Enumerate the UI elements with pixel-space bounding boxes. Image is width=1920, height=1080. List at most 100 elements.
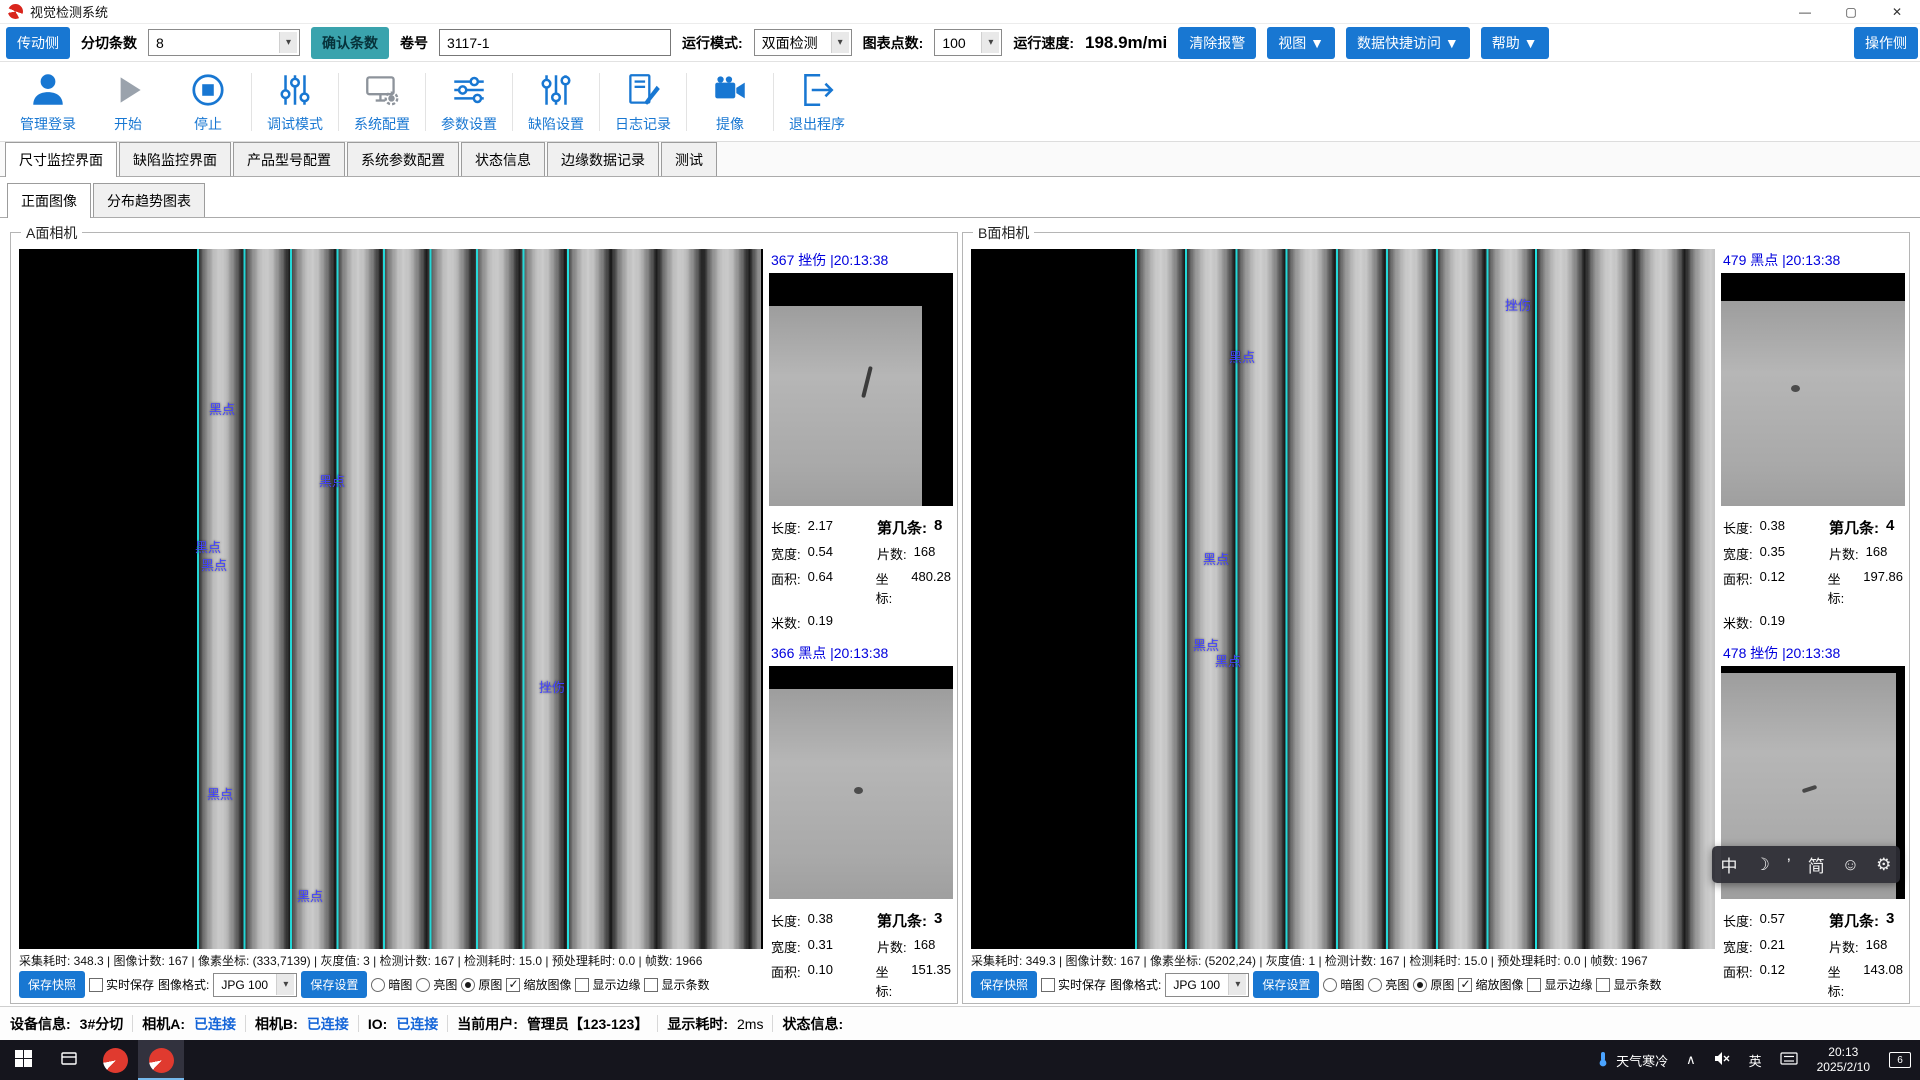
chevron-down-icon[interactable] <box>981 32 999 53</box>
save-settings-button[interactable]: 保存设置 <box>1253 971 1319 998</box>
weather-tray-item[interactable]: 天气寒冷 <box>1587 1040 1677 1080</box>
chevron-down-icon[interactable] <box>1228 974 1246 995</box>
touch-keyboard-button[interactable] <box>1771 1040 1807 1080</box>
defect-card[interactable]: 366 黑点 |20:13:38 长度:0.38第几条:3 宽度:0.31片数:… <box>769 640 953 997</box>
task-view-button[interactable] <box>46 1040 92 1080</box>
tab-edge-data-record[interactable]: 边缘数据记录 <box>547 142 659 176</box>
defect-stats: 长度:0.38第几条:3 宽度:0.31片数:168 面积:0.10坐标:151… <box>769 899 953 997</box>
ime-punctuation-icon[interactable]: ’ <box>1787 855 1791 875</box>
image-format-select[interactable]: JPG 100 <box>213 973 297 997</box>
video-camera-icon <box>710 70 750 113</box>
taskbar-clock[interactable]: 20:13 2025/2/10 <box>1807 1040 1880 1080</box>
tab-system-param-config[interactable]: 系统参数配置 <box>347 142 459 176</box>
admin-login-button[interactable]: 管理登录 <box>8 70 88 134</box>
show-count-checkbox[interactable]: 显示条数 <box>644 976 709 993</box>
drive-side-button[interactable]: 传动侧 <box>6 27 70 59</box>
volume-muted-button[interactable] <box>1705 1040 1740 1080</box>
defect-card[interactable]: 478 挫伤 |20:13:38 长度:0.57第几条:3 宽度:0.21片数:… <box>1721 640 1905 997</box>
show-count-checkbox[interactable]: 显示条数 <box>1596 976 1661 993</box>
ime-settings-icon[interactable]: ⚙ <box>1876 855 1891 875</box>
chevron-down-icon[interactable] <box>276 974 294 995</box>
tab-test[interactable]: 测试 <box>661 142 717 176</box>
bright-image-radio[interactable]: 亮图 <box>416 976 457 993</box>
windows-taskbar: 天气寒冷 ∧ 英 20:13 2025/2/10 6 <box>0 1040 1920 1080</box>
stop-button[interactable]: 停止 <box>168 70 248 134</box>
tab-product-model-config[interactable]: 产品型号配置 <box>233 142 345 176</box>
image-format-select[interactable]: JPG 100 <box>1165 973 1249 997</box>
view-menu-button[interactable]: 视图 ▼ <box>1267 27 1335 59</box>
data-quick-access-menu-button[interactable]: 数据快捷访问 ▼ <box>1346 27 1470 59</box>
slit-count-select[interactable]: 8 <box>148 29 300 56</box>
zoom-image-checkbox[interactable]: 缩放图像 <box>506 976 571 993</box>
zoom-image-checkbox[interactable]: 缩放图像 <box>1458 976 1523 993</box>
clear-alarm-button[interactable]: 清除报警 <box>1178 27 1256 59</box>
window-title: 视觉检测系统 <box>30 2 108 21</box>
ime-simplified-icon[interactable]: 简 <box>1808 852 1825 877</box>
input-language-indicator[interactable]: 英 <box>1740 1040 1771 1080</box>
log-record-button[interactable]: 日志记录 <box>603 70 683 134</box>
exit-program-button[interactable]: 退出程序 <box>777 70 857 134</box>
display-time-value: 2ms <box>737 1016 763 1032</box>
radio-icon <box>461 978 475 992</box>
dark-image-radio[interactable]: 暗图 <box>1323 976 1364 993</box>
defect-settings-button[interactable]: 缺陷设置 <box>516 70 596 134</box>
save-snapshot-button[interactable]: 保存快照 <box>19 971 85 998</box>
close-button[interactable]: ✕ <box>1874 0 1920 23</box>
roll-number-input[interactable]: 3117-1 <box>439 29 671 56</box>
original-image-radio[interactable]: 原图 <box>461 976 502 993</box>
tab-size-monitor[interactable]: 尺寸监控界面 <box>5 142 117 177</box>
chart-points-select[interactable]: 100 <box>934 29 1002 56</box>
tray-expand-chevron[interactable]: ∧ <box>1677 1040 1705 1080</box>
action-center-button[interactable]: 6 <box>1880 1040 1920 1080</box>
device-info-value: 3#分切 <box>80 1014 124 1034</box>
chevron-down-icon[interactable] <box>831 32 849 53</box>
start-button[interactable] <box>0 1040 46 1080</box>
save-settings-button[interactable]: 保存设置 <box>301 971 367 998</box>
debug-mode-button[interactable]: 调试模式 <box>255 70 335 134</box>
chevron-down-icon[interactable] <box>279 32 297 53</box>
defect-card-header: 478 挫伤 |20:13:38 <box>1721 640 1905 666</box>
show-edge-checkbox[interactable]: 显示边缘 <box>575 976 640 993</box>
taskbar-app-vision-system[interactable] <box>138 1040 184 1080</box>
help-menu-button[interactable]: 帮助 ▼ <box>1481 27 1549 59</box>
taskbar-app-red[interactable] <box>92 1040 138 1080</box>
bright-image-radio[interactable]: 亮图 <box>1368 976 1409 993</box>
ime-emoji-icon[interactable]: ☺ <box>1842 855 1859 875</box>
camera-a-image[interactable]: 黑点 黑点 黑点 黑点 挫伤 黑点 黑点 <box>19 249 763 949</box>
tab-defect-monitor[interactable]: 缺陷监控界面 <box>119 142 231 176</box>
checkbox-icon <box>506 978 520 992</box>
radio-icon <box>1413 978 1427 992</box>
radio-icon <box>1368 978 1382 992</box>
original-image-radio[interactable]: 原图 <box>1413 976 1454 993</box>
run-mode-select[interactable]: 双面检测 <box>754 29 852 56</box>
maximize-button[interactable]: ▢ <box>1828 0 1874 23</box>
ime-lang-mode-icon[interactable]: 中 <box>1721 852 1738 877</box>
checkbox-icon <box>1596 978 1610 992</box>
operate-side-button[interactable]: 操作侧 <box>1854 27 1918 59</box>
show-edge-checkbox[interactable]: 显示边缘 <box>1527 976 1592 993</box>
start-button[interactable]: 开始 <box>88 70 168 134</box>
stop-icon <box>188 70 228 113</box>
dark-image-radio[interactable]: 暗图 <box>371 976 412 993</box>
subtab-front-image[interactable]: 正面图像 <box>7 183 91 218</box>
defect-card[interactable]: 367 挫伤 |20:13:38 长度:2.17第几条:8 宽度:0.54片数:… <box>769 247 953 632</box>
tab-status-info[interactable]: 状态信息 <box>461 142 545 176</box>
subtab-distribution-chart[interactable]: 分布趋势图表 <box>93 183 205 217</box>
save-snapshot-button[interactable]: 保存快照 <box>971 971 1037 998</box>
exit-icon <box>797 70 837 113</box>
minimize-button[interactable]: — <box>1782 0 1828 23</box>
parameter-settings-button[interactable]: 参数设置 <box>429 70 509 134</box>
capture-image-button[interactable]: 提像 <box>690 70 770 134</box>
ime-moon-icon[interactable]: ☽ <box>1755 855 1770 875</box>
defect-card[interactable]: 479 黑点 |20:13:38 长度:0.38第几条:4 宽度:0.35片数:… <box>1721 247 1905 632</box>
system-config-button[interactable]: 系统配置 <box>342 70 422 134</box>
confirm-count-button[interactable]: 确认条数 <box>311 27 389 59</box>
defect-card-header: 366 黑点 |20:13:38 <box>769 640 953 666</box>
realtime-save-checkbox[interactable]: 实时保存 <box>89 976 154 993</box>
camera-a-status-line: 采集耗时: 348.3 | 图像计数: 167 | 像素坐标: (333,713… <box>19 952 763 969</box>
log-pencil-icon <box>623 70 663 113</box>
checkbox-icon <box>644 978 658 992</box>
defect-overlay-label: 黑点 <box>1203 549 1229 568</box>
camera-b-image[interactable]: 挫伤 黑点 黑点 黑点 黑点 <box>971 249 1715 949</box>
realtime-save-checkbox[interactable]: 实时保存 <box>1041 976 1106 993</box>
